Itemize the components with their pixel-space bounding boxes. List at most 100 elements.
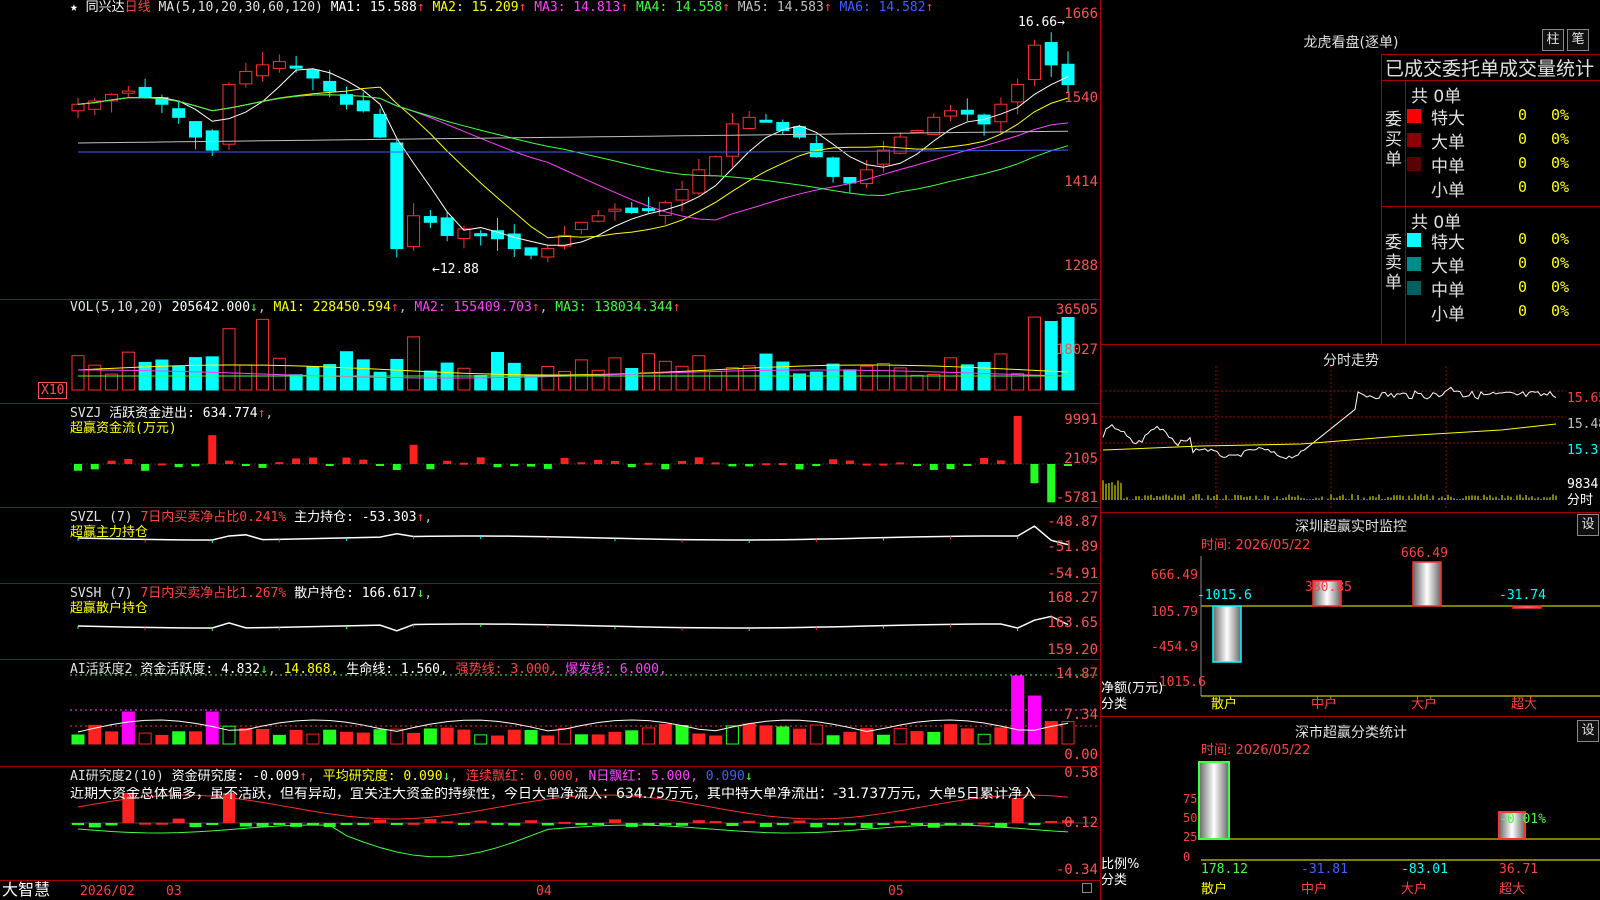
candle-body [390, 142, 404, 250]
brand-logo: 大智慧 [2, 880, 51, 899]
order-pct: 0% [1551, 178, 1570, 196]
candle-body [1044, 42, 1058, 66]
bar-view-button[interactable]: 柱 [1542, 29, 1564, 51]
svzl-pane[interactable]: SVZL (7) 7日内买卖净占比0.241% 主力持仓: -53.303↑, … [0, 508, 1100, 584]
vol-value: 205642.000 [171, 300, 251, 315]
monitor-time: 时间: 2026/05/22 [1201, 538, 1311, 553]
svsh-pane[interactable]: SVSH (7) 7日内买卖净占比1.267% 散户持仓: 166.617↓, … [0, 584, 1100, 660]
activity-bar [205, 711, 219, 745]
y-tick: 36505 [1055, 302, 1098, 318]
stats-chart[interactable] [1101, 760, 1600, 900]
activity-bar [524, 729, 538, 745]
flow-bar [275, 462, 284, 465]
activity-bar [742, 723, 756, 745]
research-bar [508, 823, 521, 826]
vol-ma1: MA1: 228450.594 [273, 300, 391, 315]
activity-bar [188, 731, 202, 745]
vol-chart[interactable] [0, 300, 1100, 404]
kline-pane[interactable]: ★ 同兴达日线 MA(5,10,20,30,60,120) MA1: 15.58… [0, 0, 1100, 300]
date-axis[interactable]: 大智慧 2026/02 03 04 05 [0, 880, 1100, 900]
stats-value-label: -83.01 [1401, 862, 1448, 877]
activity-bar [121, 711, 135, 745]
star-icon[interactable]: ★ [70, 0, 78, 15]
ai-research-title: AI研究度2(10) [70, 769, 164, 784]
monitor-settings-button[interactable]: 设 [1577, 514, 1599, 536]
research-bar [72, 823, 84, 825]
period-label[interactable]: 日线 [125, 0, 151, 15]
flow-bar [879, 463, 888, 466]
candle-body [474, 233, 488, 237]
activity-bar [658, 723, 672, 745]
activity-bar [558, 728, 572, 745]
research-bar [491, 823, 504, 825]
sell-side-label: 委卖单 [1385, 233, 1402, 293]
candle-body [591, 215, 605, 222]
monitor-ylabel: 净额(万元) [1101, 681, 1164, 696]
monitor-ylabel2: 分类 [1101, 697, 1128, 712]
flow-bar [225, 460, 234, 464]
ai-active-pane[interactable]: AI活跃度2 资金活跃度: 4.832↓, 14.868, 生命线: 1.560… [0, 660, 1100, 767]
activity-bar [1011, 675, 1025, 745]
monitor-bar [1412, 561, 1442, 607]
activity-bar [457, 729, 471, 745]
volume-bar [256, 318, 270, 391]
research-bar [189, 823, 202, 828]
holding-line [77, 525, 1069, 546]
research-bar [374, 819, 387, 823]
research-bar [877, 823, 890, 825]
volume-bar [709, 371, 723, 391]
candle-body [1011, 84, 1025, 103]
activity-bar [440, 727, 454, 745]
research-bar [357, 823, 370, 825]
low-label: ←12.88 [432, 262, 479, 277]
activity-bar [608, 731, 622, 745]
ai-active-v4: 强势线: 3.000, [455, 662, 558, 677]
vol-pane[interactable]: VOL(5,10,20) 205642.000↓, MA1: 228450.59… [0, 300, 1100, 404]
flow-bar [862, 463, 871, 466]
kline-chart[interactable] [0, 0, 1100, 300]
flow-bar [778, 463, 787, 466]
avg-price-line [1102, 423, 1557, 451]
intraday-chart[interactable] [1101, 366, 1600, 510]
volume-bar [339, 351, 353, 391]
activity-bar [809, 724, 823, 745]
stats-settings-button[interactable]: 设 [1577, 720, 1599, 742]
activity-bar [977, 733, 991, 745]
ai-research-pane[interactable]: AI研究度2(10) 资金研究度: -0.009↑, 平均研究度: 0.090↓… [0, 765, 1100, 880]
svzj-pane[interactable]: SVZJ 活跃资金进出: 634.774↑, 超赢资金流(万元) 9991 21… [0, 404, 1100, 508]
research-bar [827, 823, 840, 825]
order-qty: 0 [1517, 178, 1527, 196]
high-label: 16.66→ [1018, 15, 1065, 30]
research-bar [525, 820, 538, 823]
y-tick: 1540 [1064, 90, 1098, 106]
volume-bar [121, 351, 135, 391]
research-bar [390, 823, 403, 825]
candle-body [759, 119, 773, 123]
research-bar [541, 823, 554, 826]
research-bar [978, 822, 991, 825]
activity-bar [105, 731, 119, 745]
flow-bar [594, 459, 603, 464]
flow-bar [543, 464, 552, 469]
flow-bar [812, 464, 821, 466]
tick-view-button[interactable]: 笔 [1567, 29, 1589, 51]
activity-bar [960, 728, 974, 745]
candle-body [910, 129, 924, 133]
order-size-label: 中单 [1431, 157, 1465, 177]
flow-bar [845, 460, 854, 464]
y-tick: 168.27 [1047, 590, 1098, 606]
research-bar [860, 823, 873, 828]
volume-bar [692, 355, 706, 391]
candle-body [692, 169, 706, 194]
svzl-header: SVZL (7) 7日内买卖净占比0.241% 主力持仓: -53.303↑, [70, 510, 433, 525]
flow-bar [157, 463, 166, 466]
date-label: 2026/02 [80, 884, 135, 899]
lock-icon[interactable] [1082, 883, 1092, 893]
monitor-category: 超大 [1511, 697, 1538, 712]
activity-bar [373, 729, 387, 745]
research-bar [810, 823, 823, 828]
research-bar [726, 823, 739, 826]
order-qty: 0 [1517, 302, 1527, 320]
order-qty: 0 [1517, 154, 1527, 172]
monitor-y: 105.79 [1151, 605, 1198, 620]
